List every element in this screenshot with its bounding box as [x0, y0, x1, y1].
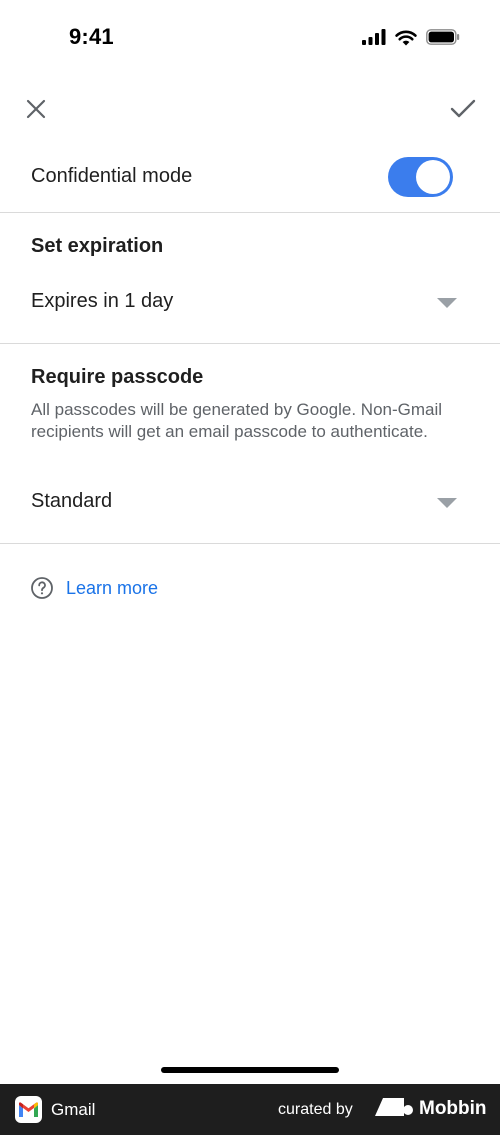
learn-more-text: Learn more [66, 577, 159, 598]
mobbin-brand-name: Mobbin [419, 1098, 487, 1119]
require-passcode-title: Require passcode [31, 366, 204, 388]
status-icons [362, 26, 460, 48]
footer-bar: Gmail curated by Mobbin [0, 1084, 500, 1135]
status-time: 9:41 [69, 24, 114, 49]
status-bar: 9:41 [0, 0, 500, 74]
divider [0, 543, 500, 544]
dropdown-arrow-icon [437, 298, 457, 308]
expiration-value: Expires in 1 day [31, 290, 174, 312]
close-icon [26, 99, 46, 124]
curated-by-label: curated by [278, 1101, 353, 1118]
confidential-mode-label: Confidential mode [31, 165, 193, 187]
divider [0, 343, 500, 344]
app-name: Gmail [51, 1100, 96, 1119]
learn-more-link[interactable]: Learn more [30, 574, 158, 602]
cellular-signal-icon [362, 29, 386, 45]
divider [0, 212, 500, 213]
gmail-logo-icon [15, 1096, 42, 1123]
toolbar [0, 88, 500, 134]
mobbin-logo-icon [375, 1097, 413, 1121]
confidential-mode-row: Confidential mode [0, 150, 500, 212]
check-icon [450, 99, 476, 124]
passcode-value: Standard [31, 490, 113, 512]
help-circle-icon [30, 576, 54, 600]
expiration-dropdown[interactable]: Expires in 1 day [0, 282, 500, 322]
close-button[interactable] [22, 97, 50, 125]
mobbin-brand: Mobbin [375, 1097, 487, 1121]
battery-icon [426, 29, 460, 45]
passcode-description: All passcodes will be generated by Googl… [31, 400, 443, 441]
wifi-icon [395, 29, 417, 46]
set-expiration-title: Set expiration [31, 235, 164, 257]
dropdown-arrow-icon [437, 498, 457, 508]
toggle-knob [416, 160, 450, 194]
confidential-mode-toggle[interactable] [388, 157, 453, 197]
passcode-dropdown[interactable]: Standard [0, 482, 500, 522]
confirm-button[interactable] [448, 97, 478, 125]
home-indicator [161, 1067, 339, 1073]
